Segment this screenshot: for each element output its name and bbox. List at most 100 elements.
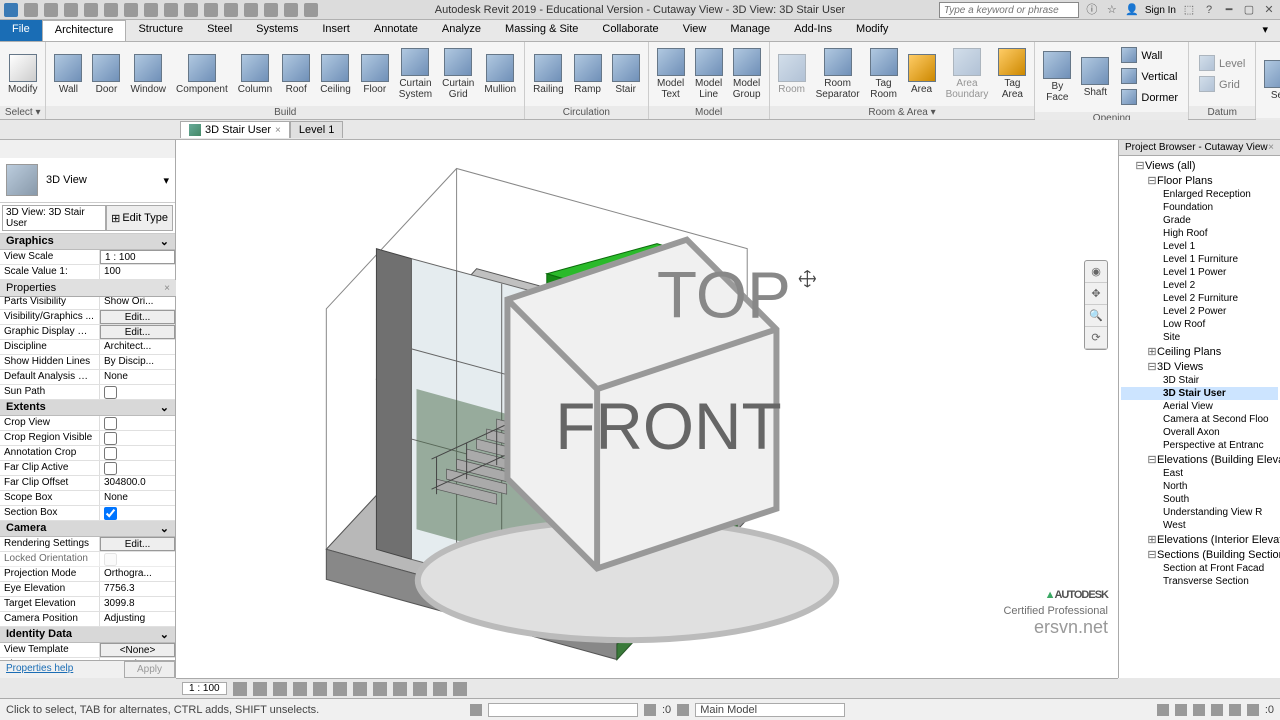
- close-tab-icon[interactable]: ×: [275, 125, 281, 136]
- tree-floor-plans[interactable]: ⊟Floor Plans: [1121, 173, 1278, 188]
- expand-icon[interactable]: ⌄: [160, 522, 169, 535]
- tree-view-item[interactable]: Level 1 Power: [1121, 266, 1278, 279]
- properties-help-link[interactable]: Properties help: [0, 661, 124, 678]
- grid-button[interactable]: Grid: [1195, 75, 1249, 95]
- temp-hide-icon[interactable]: [393, 682, 407, 696]
- full-nav-wheel-icon[interactable]: ◉: [1085, 261, 1107, 283]
- select-underlay-icon[interactable]: [1175, 704, 1187, 716]
- orbit-icon[interactable]: ⟳: [1085, 327, 1107, 349]
- tab-insert[interactable]: Insert: [310, 20, 362, 41]
- infocenter-icon[interactable]: ⓘ: [1085, 3, 1099, 17]
- level-button[interactable]: Level: [1195, 54, 1249, 74]
- ramp-button[interactable]: Ramp: [570, 52, 606, 97]
- shaft-button[interactable]: Shaft: [1077, 55, 1113, 100]
- editable-only-icon[interactable]: [677, 704, 689, 716]
- tree-view-item[interactable]: High Roof: [1121, 227, 1278, 240]
- dimension-icon[interactable]: [164, 3, 178, 17]
- tree-view-item[interactable]: East: [1121, 467, 1278, 480]
- tab-steel[interactable]: Steel: [195, 20, 244, 41]
- help-icon[interactable]: ?: [1202, 3, 1216, 17]
- instance-selector[interactable]: 3D View: 3D Stair User: [2, 205, 106, 231]
- by-face-button[interactable]: By Face: [1039, 49, 1075, 105]
- section-icon[interactable]: [244, 3, 258, 17]
- room-separator-button[interactable]: Room Separator: [812, 46, 864, 102]
- tree-view-item[interactable]: Understanding View R: [1121, 506, 1278, 519]
- visual-style-icon[interactable]: [253, 682, 267, 696]
- tab-addins[interactable]: Add-Ins: [782, 20, 844, 41]
- prop-val[interactable]: 7756.3: [100, 582, 175, 596]
- tree-elevations-int[interactable]: ⊞Elevations (Interior Elevati: [1121, 532, 1278, 547]
- checkbox[interactable]: [100, 461, 175, 475]
- close-button[interactable]: ✕: [1262, 3, 1276, 17]
- wall-button[interactable]: Wall: [50, 52, 86, 97]
- template-button[interactable]: <None>: [100, 643, 175, 657]
- prop-val[interactable]: 1 : 100: [100, 250, 175, 264]
- model-text-button[interactable]: Model Text: [653, 46, 689, 102]
- close-panel-icon[interactable]: ×: [164, 283, 170, 294]
- expand-icon[interactable]: ⌄: [160, 235, 169, 248]
- detail-level-icon[interactable]: [233, 682, 247, 696]
- tree-view-item[interactable]: Camera at Second Floo: [1121, 413, 1278, 426]
- prop-val[interactable]: 3099.8: [100, 597, 175, 611]
- doc-tab-level1[interactable]: Level 1: [290, 121, 343, 138]
- curtain-grid-button[interactable]: Curtain Grid: [438, 46, 478, 102]
- minimize-button[interactable]: ━: [1222, 3, 1236, 17]
- tab-manage[interactable]: Manage: [718, 20, 782, 41]
- redo-icon[interactable]: [104, 3, 118, 17]
- model-line-button[interactable]: Model Line: [691, 46, 727, 102]
- window-button[interactable]: Window: [126, 52, 170, 97]
- switch-windows-icon[interactable]: [304, 3, 318, 17]
- collapse-icon[interactable]: ⊟: [1135, 159, 1145, 172]
- collapse-icon[interactable]: ⊟: [1147, 453, 1157, 466]
- tree-view-item[interactable]: Level 2: [1121, 279, 1278, 292]
- main-model-selector[interactable]: Main Model: [695, 703, 845, 717]
- floor-button[interactable]: Floor: [357, 52, 393, 97]
- tree-views-all[interactable]: ⊟Views (all): [1121, 158, 1278, 173]
- prop-val[interactable]: None: [100, 491, 175, 505]
- checkbox[interactable]: [100, 446, 175, 460]
- print-icon[interactable]: [124, 3, 138, 17]
- sync-icon[interactable]: [64, 3, 78, 17]
- worksets-selector[interactable]: [488, 703, 638, 717]
- tab-collaborate[interactable]: Collaborate: [590, 20, 670, 41]
- maximize-button[interactable]: ▢: [1242, 3, 1256, 17]
- sun-path-icon[interactable]: [273, 682, 287, 696]
- tab-file[interactable]: File: [0, 20, 42, 41]
- modify-button[interactable]: Modify: [4, 52, 41, 97]
- ribbon-group-label[interactable]: Room & Area ▾: [770, 106, 1035, 119]
- expand-icon[interactable]: ⌄: [160, 401, 169, 414]
- checkbox[interactable]: [100, 385, 175, 399]
- door-button[interactable]: Door: [88, 52, 124, 97]
- section-graphics[interactable]: Graphics⌄: [0, 234, 175, 250]
- collapse-icon[interactable]: ⊟: [1147, 548, 1157, 561]
- tree-view-item[interactable]: Section at Front Facad: [1121, 562, 1278, 575]
- pan-icon[interactable]: ✥: [1085, 283, 1107, 305]
- tag-icon[interactable]: [184, 3, 198, 17]
- crop-icon[interactable]: [333, 682, 347, 696]
- measure-icon[interactable]: [144, 3, 158, 17]
- ceiling-button[interactable]: Ceiling: [316, 52, 355, 97]
- prop-val[interactable]: Adjusting: [100, 612, 175, 626]
- open-icon[interactable]: [24, 3, 38, 17]
- prop-val[interactable]: 304800.0: [100, 476, 175, 490]
- save-icon[interactable]: [44, 3, 58, 17]
- section-camera[interactable]: Camera⌄: [0, 521, 175, 537]
- tab-architecture[interactable]: Architecture: [42, 20, 127, 41]
- analytical-icon[interactable]: [433, 682, 447, 696]
- design-options-icon[interactable]: [644, 704, 656, 716]
- prop-val[interactable]: By Discip...: [100, 355, 175, 369]
- close-inactive-icon[interactable]: [284, 3, 298, 17]
- filter-icon[interactable]: [1247, 704, 1259, 716]
- tree-elevations-ext[interactable]: ⊟Elevations (Building Elevat: [1121, 452, 1278, 467]
- crop-region-icon[interactable]: [353, 682, 367, 696]
- column-button[interactable]: Column: [234, 52, 276, 97]
- prop-val[interactable]: Orthogra...: [100, 567, 175, 581]
- tab-annotate[interactable]: Annotate: [362, 20, 430, 41]
- tree-view-item[interactable]: Aerial View: [1121, 400, 1278, 413]
- select-face-icon[interactable]: [1211, 704, 1223, 716]
- section-identity[interactable]: Identity Data⌄: [0, 627, 175, 643]
- tree-view-item[interactable]: Level 1: [1121, 240, 1278, 253]
- tree-view-item[interactable]: Foundation: [1121, 201, 1278, 214]
- tree-view-item[interactable]: West: [1121, 519, 1278, 532]
- section-extents[interactable]: Extents⌄: [0, 400, 175, 416]
